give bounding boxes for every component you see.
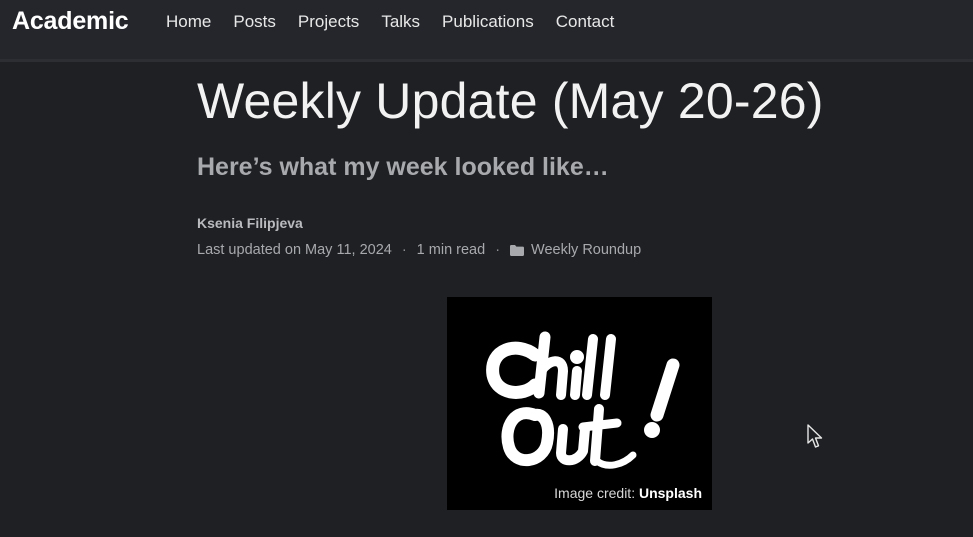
post-subtitle: Here’s what my week looked like…: [197, 153, 609, 181]
category-link[interactable]: Weekly Roundup: [531, 242, 641, 258]
last-updated-date: Last updated on May 11, 2024: [197, 242, 392, 258]
nav-home[interactable]: Home: [166, 12, 211, 32]
nav-projects[interactable]: Projects: [298, 12, 359, 32]
chill-out-artwork: [486, 331, 680, 469]
post-meta: Last updated on May 11, 2024 · 1 min rea…: [197, 242, 641, 258]
nav-talks[interactable]: Talks: [381, 12, 420, 32]
main-nav: Home Posts Projects Talks Publications C…: [166, 12, 614, 32]
meta-separator: ·: [401, 242, 407, 258]
meta-separator: ·: [495, 242, 501, 258]
nav-publications[interactable]: Publications: [442, 12, 534, 32]
image-credit: Image credit: Unsplash: [554, 485, 702, 501]
mouse-cursor-icon: [807, 424, 823, 448]
read-time: 1 min read: [416, 242, 486, 258]
featured-image: Image credit: Unsplash: [447, 297, 712, 510]
nav-posts[interactable]: Posts: [233, 12, 276, 32]
image-credit-prefix: Image credit:: [554, 485, 639, 501]
nav-contact[interactable]: Contact: [556, 12, 615, 32]
author-name[interactable]: Ksenia Filipjeva: [197, 215, 303, 231]
page-title: Weekly Update (May 20-26): [197, 73, 824, 129]
image-credit-source[interactable]: Unsplash: [639, 485, 702, 501]
site-brand[interactable]: Academic: [12, 7, 129, 36]
folder-icon: [510, 244, 525, 256]
navbar: Academic Home Posts Projects Talks Publi…: [0, 0, 973, 62]
